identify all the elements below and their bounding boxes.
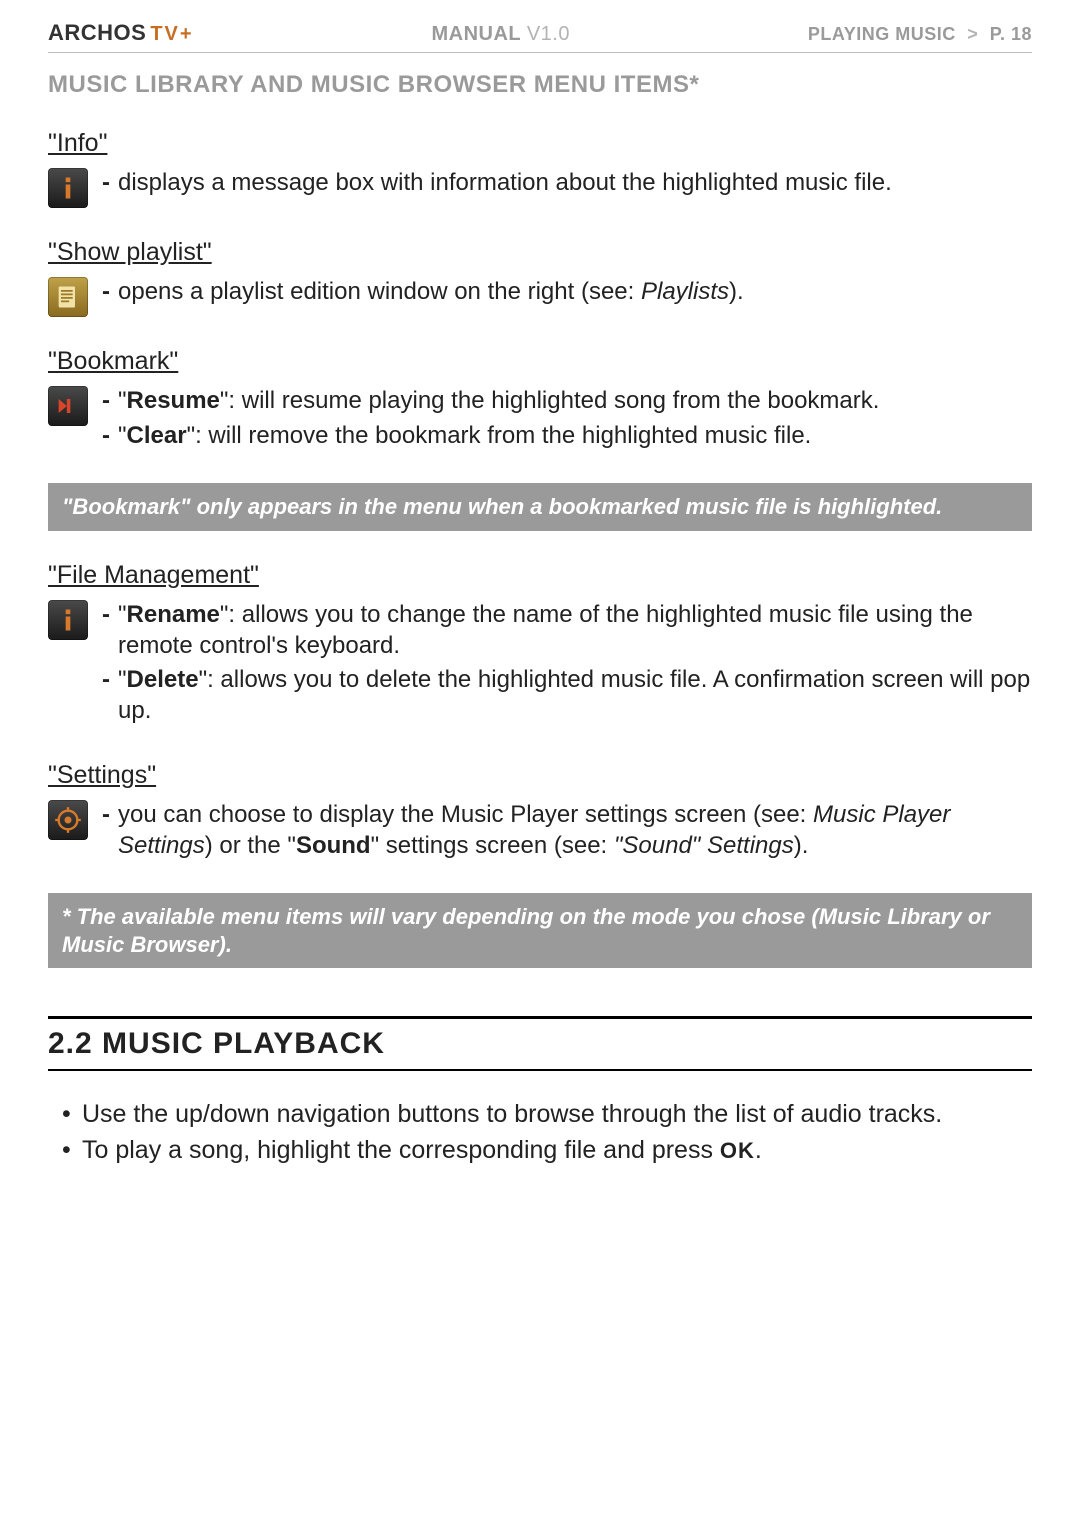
bullet-dot: • bbox=[62, 1133, 72, 1169]
menu-item-playlist-title: "Show playlist" bbox=[48, 238, 1032, 267]
playback-step-2b: . bbox=[755, 1136, 762, 1164]
settings-text-d: ). bbox=[794, 832, 809, 859]
delete-text: ": allows you to delete the highlighted … bbox=[118, 666, 1030, 724]
resume-text: ": will resume playing the highlighted s… bbox=[220, 387, 880, 414]
chapter-body: • Use the up/down navigation buttons to b… bbox=[48, 1097, 1032, 1168]
header-bar: ARCHOSTV+ MANUAL V1.0 PLAYING MUSIC > P.… bbox=[48, 20, 1032, 53]
playback-step-1: Use the up/down navigation buttons to br… bbox=[82, 1097, 942, 1133]
breadcrumb: PLAYING MUSIC > P. 18 bbox=[808, 24, 1032, 45]
rename-label: Rename bbox=[127, 601, 220, 628]
playlist-text: opens a playlist edition window on the r… bbox=[118, 277, 744, 308]
playlist-text-b: ). bbox=[729, 278, 744, 305]
rename-text: ": allows you to change the name of the … bbox=[118, 601, 973, 659]
resume-label: Resume bbox=[127, 387, 220, 414]
bullet-dash: - bbox=[102, 665, 112, 726]
settings-text-a: you can choose to display the Music Play… bbox=[118, 801, 813, 828]
manual-version: V1.0 bbox=[527, 23, 570, 45]
clear-text: ": will remove the bookmark from the hig… bbox=[187, 422, 812, 449]
crumb-section: PLAYING MUSIC bbox=[808, 24, 956, 44]
playlist-text-a: opens a playlist edition window on the r… bbox=[118, 278, 641, 305]
chapter-header: 2.2 MUSIC PLAYBACK bbox=[48, 1016, 1032, 1071]
menu-item-info: -displays a message box with information… bbox=[48, 168, 1032, 208]
filemgmt-delete: "Delete": allows you to delete the highl… bbox=[118, 665, 1032, 726]
footnote-box: * The available menu items will vary dep… bbox=[48, 893, 1032, 968]
brand-block: ARCHOSTV+ bbox=[48, 20, 194, 46]
bookmark-resume: "Resume": will resume playing the highli… bbox=[118, 386, 879, 417]
menu-item-bookmark: - "Resume": will resume playing the high… bbox=[48, 386, 1032, 455]
info-text: displays a message box with information … bbox=[118, 168, 892, 199]
crumb-page: P. 18 bbox=[990, 24, 1032, 44]
menu-item-filemgmt: - "Rename": allows you to change the nam… bbox=[48, 600, 1032, 731]
settings-text-b: ) or the " bbox=[205, 832, 296, 859]
filemgmt-rename: "Rename": allows you to change the name … bbox=[118, 600, 1032, 661]
settings-link-2: "Sound" Settings bbox=[614, 832, 794, 859]
ok-button-label: OK bbox=[720, 1138, 755, 1163]
playback-step-2a: To play a song, highlight the correspond… bbox=[82, 1136, 720, 1164]
bullet-dash: - bbox=[102, 277, 112, 308]
chevron-right-icon: > bbox=[967, 24, 978, 44]
manual-label-block: MANUAL V1.0 bbox=[431, 23, 570, 46]
bullet-dash: - bbox=[102, 168, 112, 199]
chapter-title: 2.2 MUSIC PLAYBACK bbox=[48, 1027, 1032, 1061]
menu-item-settings-title: "Settings" bbox=[48, 761, 1032, 790]
settings-text-c: " settings screen (see: bbox=[371, 832, 614, 859]
section-heading: MUSIC LIBRARY AND MUSIC BROWSER MENU ITE… bbox=[48, 71, 1032, 99]
bookmark-icon bbox=[48, 386, 88, 426]
settings-bold: Sound bbox=[296, 832, 371, 859]
manual-label: MANUAL bbox=[431, 23, 520, 45]
bullet-dash: - bbox=[102, 421, 112, 452]
menu-item-filemgmt-title: "File Management" bbox=[48, 561, 1032, 590]
info-icon bbox=[48, 168, 88, 208]
bullet-dash: - bbox=[102, 386, 112, 417]
brand-suffix: TV+ bbox=[150, 23, 193, 45]
playback-step-2: To play a song, highlight the correspond… bbox=[82, 1133, 762, 1169]
manual-page: ARCHOSTV+ MANUAL V1.0 PLAYING MUSIC > P.… bbox=[0, 0, 1080, 1527]
menu-item-bookmark-title: "Bookmark" bbox=[48, 347, 1032, 376]
file-management-icon bbox=[48, 600, 88, 640]
playlist-link: Playlists bbox=[641, 278, 729, 305]
bullet-dash: - bbox=[102, 600, 112, 661]
bullet-dot: • bbox=[62, 1097, 72, 1133]
bookmark-note: "Bookmark" only appears in the menu when… bbox=[48, 483, 1032, 531]
menu-item-info-title: "Info" bbox=[48, 129, 1032, 158]
menu-item-settings: - you can choose to display the Music Pl… bbox=[48, 800, 1032, 865]
settings-text: you can choose to display the Music Play… bbox=[118, 800, 1032, 861]
bookmark-clear: "Clear": will remove the bookmark from t… bbox=[118, 421, 811, 452]
brand-logo: ARCHOS bbox=[48, 20, 146, 45]
clear-label: Clear bbox=[127, 422, 187, 449]
delete-label: Delete bbox=[127, 666, 199, 693]
bullet-dash: - bbox=[102, 800, 112, 861]
menu-item-playlist: - opens a playlist edition window on the… bbox=[48, 277, 1032, 317]
playlist-icon bbox=[48, 277, 88, 317]
settings-icon bbox=[48, 800, 88, 840]
